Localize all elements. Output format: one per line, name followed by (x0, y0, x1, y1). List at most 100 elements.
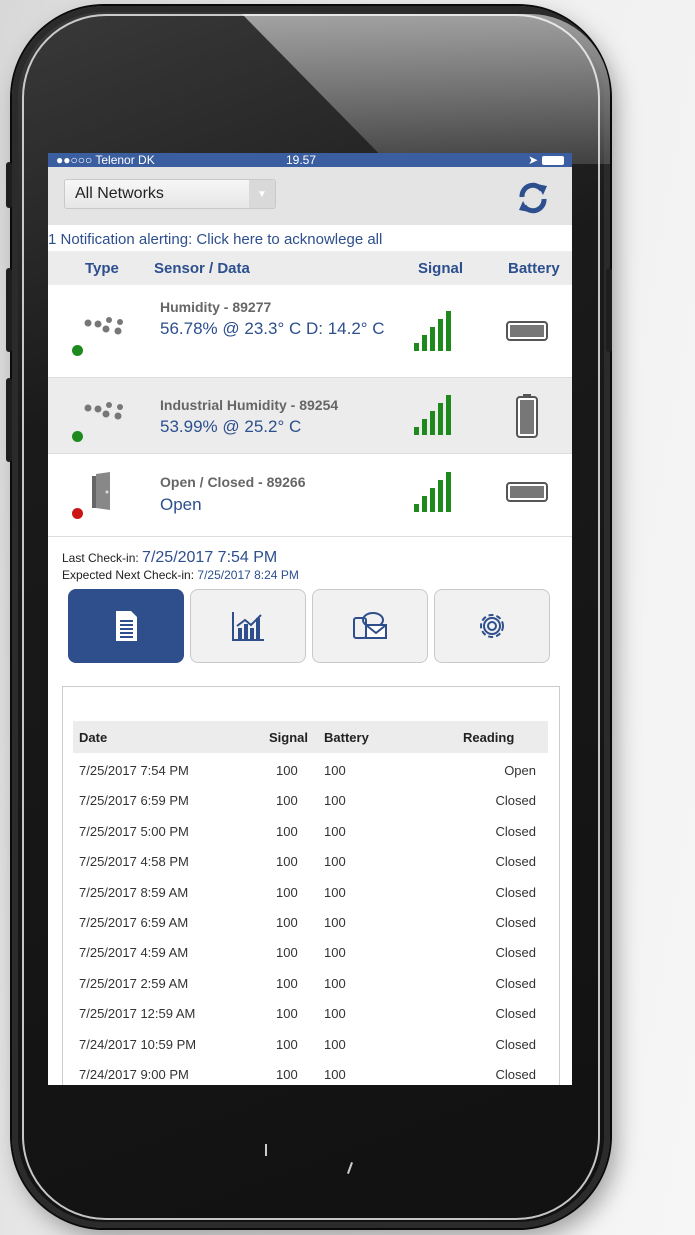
col-reading: Reading (463, 730, 515, 745)
cell-date: 7/25/2017 6:59 PM (79, 793, 189, 809)
signal-strength-icon (414, 395, 451, 435)
cell-date: 7/25/2017 5:00 PM (79, 823, 189, 839)
tab-history[interactable] (68, 589, 184, 663)
power-button (606, 268, 612, 352)
tab-notifications[interactable] (312, 589, 428, 663)
cell-date: 7/25/2017 2:59 AM (79, 975, 189, 991)
home-mark-left (265, 1144, 267, 1156)
table-row: 7/25/2017 7:54 PM 100 100 Open (73, 755, 548, 785)
cell-reading: Closed (495, 1036, 536, 1052)
cell-reading: Closed (495, 823, 536, 839)
cell-reading: Closed (495, 1006, 536, 1022)
cell-date: 7/25/2017 4:59 AM (79, 945, 189, 961)
battery-status-icon (542, 155, 564, 165)
mute-switch (6, 162, 12, 208)
cell-signal: 100 (276, 915, 298, 930)
sensor-reading: 53.99% @ 25.2° C (160, 417, 302, 436)
last-checkin: Last Check-in: 7/25/2017 7:54 PM (48, 549, 572, 567)
table-row: 7/25/2017 5:00 PM 100 100 Closed (73, 816, 548, 846)
location-icon: ➤ (527, 153, 538, 167)
cell-battery: 100 (324, 915, 346, 930)
cell-reading: Closed (495, 854, 536, 870)
cell-signal: 100 (276, 945, 298, 961)
table-row: 7/24/2017 10:59 PM 100 100 Closed (73, 1029, 548, 1059)
cell-reading: Closed (495, 793, 536, 809)
col-signal: Signal (269, 730, 309, 745)
cell-signal: 100 (276, 763, 298, 778)
sensor-name: Industrial Humidity - 89254 (160, 397, 339, 413)
cell-battery: 100 (324, 793, 346, 809)
vertical-battery-icon (516, 394, 538, 438)
clock: 19.57 (286, 153, 317, 167)
status-bar: ●●○○○ Telenor DK 19.57 ➤ (48, 153, 572, 167)
table-row: 7/25/2017 8:59 AM 100 100 Closed (73, 877, 548, 907)
cell-battery: 100 (324, 763, 346, 778)
cell-signal: 100 (276, 884, 298, 900)
sensor-row[interactable]: Humidity - 89277 56.78% @ 23.3° C D: 14.… (48, 285, 572, 378)
history-header: Date Signal Battery Reading (73, 721, 548, 753)
sensor-reading: 56.78% @ 23.3° C D: 14.2° C (160, 319, 385, 338)
cell-battery: 100 (324, 854, 346, 870)
cell-date: 7/24/2017 10:59 PM (79, 1036, 197, 1052)
status-right: ➤ (528, 153, 564, 167)
status-dot (72, 431, 83, 442)
cell-signal: 100 (276, 1067, 298, 1082)
cell-signal: 100 (276, 823, 298, 839)
horizontal-battery-icon (506, 482, 548, 502)
cell-battery: 100 (324, 975, 346, 991)
cell-date: 7/25/2017 7:54 PM (79, 763, 189, 778)
col-date: Date (79, 730, 108, 745)
signal-strength-icon (414, 472, 451, 512)
top-bar: All Networks ▼ (48, 167, 572, 225)
gear-icon (480, 614, 504, 638)
humidity-icon (84, 402, 123, 420)
cell-battery: 100 (324, 945, 346, 961)
network-dropdown[interactable]: All Networks ▼ (64, 179, 276, 209)
app-screen: ●●○○○ Telenor DK 19.57 ➤ All Networks ▼ … (48, 153, 572, 1085)
cell-battery: 100 (324, 823, 346, 839)
cell-signal: 100 (276, 1006, 298, 1022)
tab-chart[interactable] (190, 589, 306, 663)
volume-down-button (6, 378, 12, 462)
cell-date: 7/25/2017 8:59 AM (79, 884, 189, 900)
document-icon (116, 611, 137, 641)
cell-signal: 100 (276, 975, 298, 991)
col-signal: Signal (418, 259, 464, 277)
status-dot (72, 508, 83, 519)
next-checkin-value: 7/25/2017 8:24 PM (197, 568, 299, 582)
cell-reading: Closed (495, 945, 536, 961)
table-row: 7/24/2017 9:00 PM 100 100 Closed (73, 1059, 548, 1085)
sensor-name: Humidity - 89277 (160, 299, 272, 315)
history-table: Date Signal Battery Reading 7/25/2017 7:… (62, 686, 560, 1085)
sensor-row[interactable]: Open / Closed - 89266 Open (48, 454, 572, 537)
volume-up-button (6, 268, 12, 352)
table-row: 7/25/2017 4:58 PM 100 100 Closed (73, 846, 548, 876)
sensor-row[interactable]: Industrial Humidity - 89254 53.99% @ 25.… (48, 378, 572, 454)
next-checkin-label: Expected Next Check-in: (62, 568, 195, 582)
cell-reading: Closed (495, 915, 536, 930)
col-battery: Battery (508, 259, 560, 277)
cell-date: 7/25/2017 12:59 AM (79, 1006, 196, 1022)
humidity-icon (84, 317, 123, 335)
door-icon (92, 472, 110, 510)
message-icon (353, 612, 387, 639)
cell-reading: Closed (495, 1067, 536, 1082)
cell-date: 7/25/2017 6:59 AM (79, 915, 189, 930)
table-row: 7/25/2017 2:59 AM 100 100 Closed (73, 968, 548, 998)
table-row: 7/25/2017 4:59 AM 100 100 Closed (73, 937, 548, 967)
chart-icon (232, 612, 264, 641)
cell-battery: 100 (324, 1067, 346, 1082)
cell-reading: Closed (495, 975, 536, 991)
table-row: 7/25/2017 12:59 AM 100 100 Closed (73, 998, 548, 1028)
tab-settings[interactable] (434, 589, 550, 663)
cell-date: 7/25/2017 4:58 PM (79, 854, 189, 870)
next-checkin: Expected Next Check-in: 7/25/2017 8:24 P… (48, 568, 572, 582)
col-sensor: Sensor / Data (154, 259, 250, 277)
notification-banner[interactable]: 1 Notification alerting: Click here to a… (48, 225, 572, 251)
cell-reading: Open (504, 763, 536, 778)
cell-signal: 100 (276, 793, 298, 809)
status-dot (72, 345, 83, 356)
detail-tabs (68, 589, 550, 663)
refresh-icon[interactable] (516, 181, 550, 215)
signal-strength-icon (414, 311, 451, 351)
